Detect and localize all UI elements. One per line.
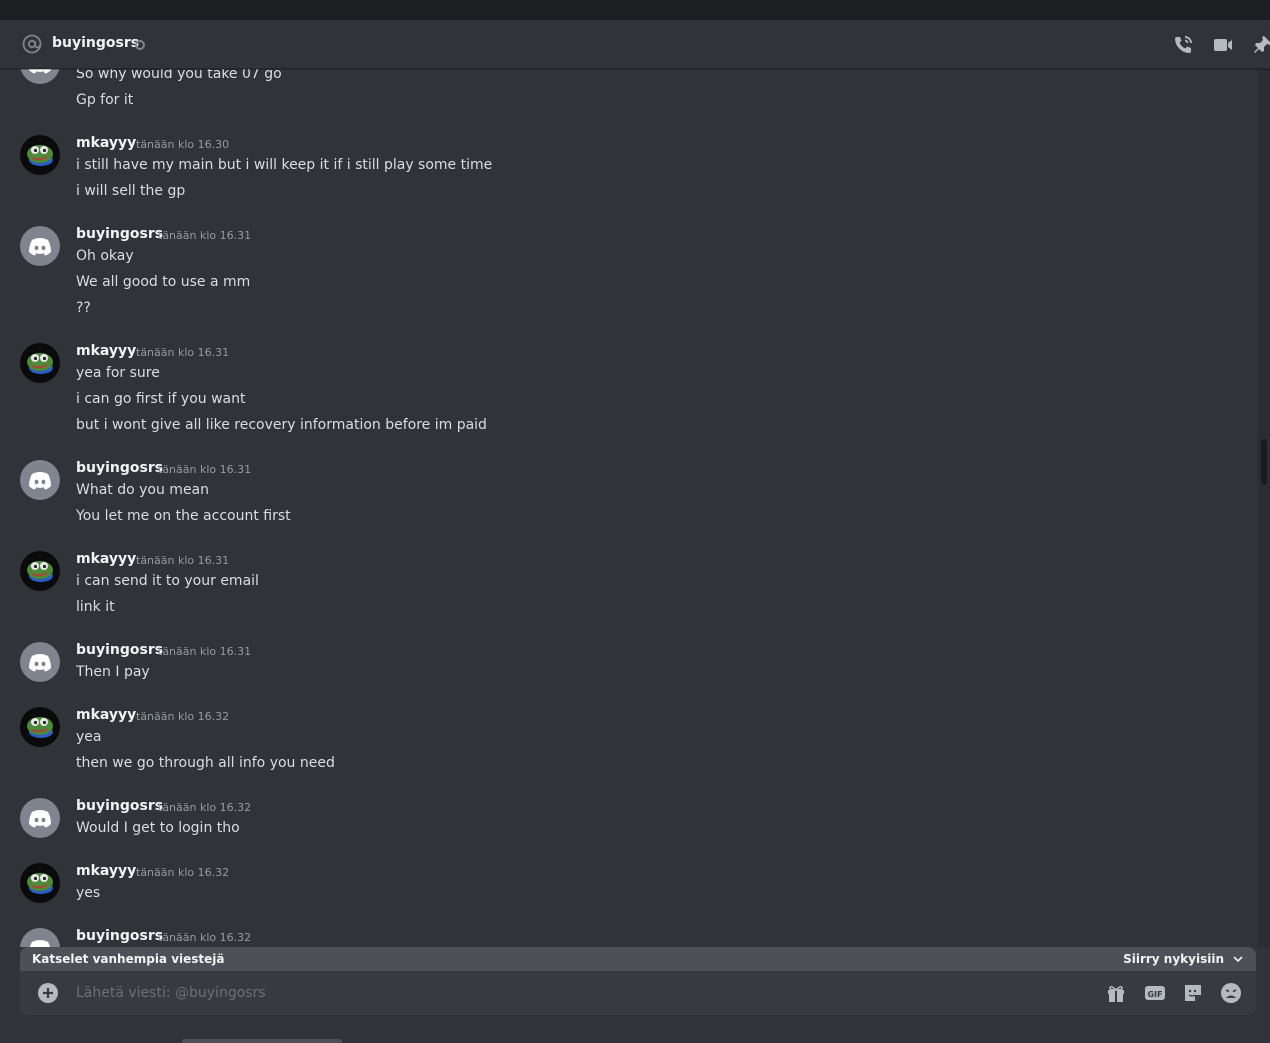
pepe-avatar-icon [27,873,53,894]
message-text: link it [76,599,115,615]
message-timestamp: tänään klo 16.31 [158,463,252,476]
message-text: Then I pay [76,664,150,680]
discord-logo-icon [29,472,51,490]
gift-icon[interactable] [1105,982,1127,1004]
message-timestamp: tänään klo 16.32 [136,710,230,723]
message-timestamp: tänään klo 16.32 [136,866,230,879]
message-text: We all good to use a mm [76,274,251,290]
message-text: ?? [76,300,91,316]
older-messages-bar: Katselet vanhempia viestejä Siirry nykyi… [20,947,1256,971]
message-timestamp: tänään klo 16.31 [158,229,252,242]
sticker-icon[interactable] [1182,982,1204,1004]
message-text: yea for sure [76,365,160,381]
chevron-down-icon [1233,956,1243,963]
call-icon[interactable] [1172,34,1194,56]
message-author[interactable]: buyingosrs [76,798,163,814]
message-text: Would I get to login tho [76,820,240,836]
channel-header: buyingosrs [0,20,1270,69]
status-offline-indicator [135,40,145,50]
discord-logo-icon [29,940,51,947]
message-text: i can go first if you want [76,391,246,407]
message-text: i will sell the gp [76,183,186,199]
message-timestamp: tänään klo 16.30 [136,138,230,151]
avatar[interactable] [20,642,60,682]
message-timestamp: tänään klo 16.32 [158,801,252,814]
message-author[interactable]: buyingosrs [76,460,163,476]
pepe-avatar-icon [27,717,53,738]
message-timestamp: tänään klo 16.31 [136,346,230,359]
avatar[interactable] [20,343,60,383]
message-text: i can send it to your email [76,573,259,589]
discord-logo-icon [29,69,51,74]
avatar[interactable] [20,226,60,266]
message-text: yes [76,885,101,901]
message-composer: GIF [20,971,1256,1015]
avatar[interactable] [20,135,60,175]
jump-to-present-label: Siirry nykyisiin [1123,952,1224,966]
message-timestamp: tänään klo 16.31 [158,645,252,658]
message-author[interactable]: mkayyy [76,551,136,567]
message-author[interactable]: buyingosrs [76,928,163,944]
message-text: then we go through all info you need [76,755,335,771]
message-author[interactable]: mkayyy [76,135,136,151]
message-author[interactable]: mkayyy [76,343,136,359]
plus-icon[interactable] [37,982,59,1004]
avatar[interactable] [20,551,60,591]
avatar[interactable] [20,928,60,947]
message-scrollbar[interactable] [1258,69,1270,947]
message-author[interactable]: mkayyy [76,863,136,879]
pepe-avatar-icon [27,561,53,582]
emoji-icon[interactable] [1220,982,1242,1004]
avatar[interactable] [20,69,60,84]
window-top-strip [0,0,1270,20]
message-list[interactable]: So why would you take 07 go Gp for it mk… [0,69,1258,947]
message-author[interactable]: mkayyy [76,707,136,723]
jump-to-present-button[interactable]: Siirry nykyisiin [1123,951,1244,967]
channel-title[interactable]: buyingosrs [52,35,139,51]
discord-logo-icon [29,654,51,672]
message-text: What do you mean [76,482,210,498]
message-text: You let me on the account first [76,508,291,524]
discord-logo-icon [29,810,51,828]
discord-logo-icon [29,238,51,256]
svg-text:GIF: GIF [1147,990,1162,999]
avatar[interactable] [20,863,60,903]
message-timestamp: tänään klo 16.31 [136,554,230,567]
horizontal-scrollbar[interactable] [182,1039,342,1043]
message-text: yea [76,729,102,745]
message-text: So why would you take 07 go [76,69,282,82]
avatar[interactable] [20,707,60,747]
avatar[interactable] [20,460,60,500]
gif-icon[interactable]: GIF [1144,982,1166,1004]
message-text: but i wont give all like recovery inform… [76,417,487,433]
scrollbar-thumb[interactable] [1261,439,1267,485]
pepe-avatar-icon [27,145,53,166]
message-timestamp: tänään klo 16.32 [158,931,252,944]
avatar[interactable] [20,798,60,838]
message-author[interactable]: buyingosrs [76,226,163,242]
older-messages-text: Katselet vanhempia viestejä [32,952,225,966]
message-text: i still have my main but i will keep it … [76,157,493,173]
video-icon[interactable] [1212,34,1234,56]
message-author[interactable]: buyingosrs [76,642,163,658]
message-text: Gp for it [76,92,134,108]
pin-icon[interactable] [1252,34,1270,56]
pepe-avatar-icon [27,353,53,374]
message-input[interactable] [76,971,1076,1015]
at-icon [22,34,42,54]
message-text: Oh okay [76,248,134,264]
